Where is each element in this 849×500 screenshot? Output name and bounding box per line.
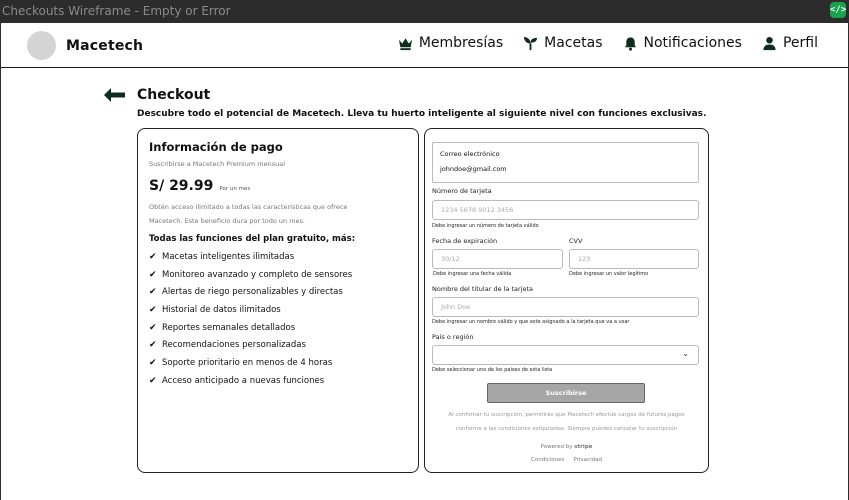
- consent-text: conforme a las condiciones estipuladas. …: [455, 426, 678, 432]
- list-item: ✔ Monitoreo avanzado y completo de sensor…: [149, 266, 407, 284]
- crown-icon: [398, 37, 412, 50]
- page-subtitle: Descubre todo el potencial de Macetech. …: [137, 109, 707, 119]
- top-header: Macetech Membresías Macetas Notificacion…: [1, 23, 848, 68]
- holder-name-input[interactable]: John Doe: [432, 297, 699, 317]
- logo-avatar[interactable]: [27, 31, 56, 60]
- card-number-label: Número de tarjeta: [432, 187, 492, 195]
- features-list: ✔ Macetas inteligentes ilimitadas ✔ Monito…: [149, 248, 407, 390]
- nav-item-membresias[interactable]: Membresías: [398, 35, 503, 51]
- powered-by-label: Powered by: [540, 444, 573, 450]
- plan-description: Obtén acceso ilimitado a todas las carac…: [149, 200, 407, 228]
- feature-label: Monitoreo avanzado y completo de sensore…: [162, 269, 353, 280]
- feature-label: Historial de datos ilimitados: [162, 304, 281, 315]
- cvv-label: CVV: [569, 237, 583, 245]
- main-nav: Membresías Macetas Notificaciones Perfil: [398, 35, 818, 51]
- feature-label: Soporte prioritario en menos de 4 horas: [162, 357, 333, 368]
- country-select[interactable]: ⌄: [432, 345, 699, 365]
- plan-description-line: Obtén acceso ilimitado a todas las carac…: [149, 203, 348, 211]
- payment-form-card: Correo electrónico johndoe@gmail.com Núm…: [424, 128, 709, 473]
- brand-name[interactable]: Macetech: [66, 38, 143, 54]
- chevron-down-icon: ⌄: [682, 349, 689, 358]
- check-icon: ✔: [149, 357, 157, 368]
- list-item: ✔ Macetas inteligentes ilimitadas: [149, 248, 407, 266]
- email-label: Correo electrónico: [440, 150, 500, 158]
- check-icon: ✔: [149, 269, 157, 280]
- check-icon: ✔: [149, 251, 157, 262]
- page-title: Checkout: [137, 87, 211, 103]
- feature-label: Recomendaciones personalizadas: [162, 340, 306, 351]
- feature-label: Macetas inteligentes ilimitadas: [162, 251, 295, 262]
- list-item: ✔ Reportes semanales detallados: [149, 319, 407, 337]
- back-arrow-icon[interactable]: [102, 87, 126, 103]
- window-title: Checkouts Wireframe - Empty or Error: [2, 4, 231, 18]
- cvv-input[interactable]: 123: [569, 249, 699, 269]
- check-icon: ✔: [149, 287, 157, 298]
- nav-item-notificaciones[interactable]: Notificaciones: [623, 35, 742, 51]
- price-row: S/ 29.99 Por un mes: [149, 178, 407, 194]
- feature-label: Reportes semanales detallados: [162, 322, 296, 333]
- cvv-error: Debe ingresar un valor legítimo: [569, 271, 649, 277]
- plan-description-line: Macetech. Este beneficio dura por todo u…: [149, 217, 305, 225]
- list-item: ✔ Acceso anticipado a nuevas funciones: [149, 372, 407, 390]
- payment-info-title: Información de pago: [149, 140, 283, 154]
- sprout-icon: [524, 36, 538, 50]
- feature-label: Acceso anticipado a nuevas funciones: [162, 375, 325, 386]
- check-icon: ✔: [149, 322, 157, 333]
- features-title: Todas las funciones del plan gratuito, m…: [149, 234, 356, 244]
- payment-info-card: Información de pago Suscribirse a Macete…: [137, 128, 419, 473]
- nav-label: Macetas: [544, 35, 603, 51]
- list-item: ✔ Alertas de riego personalizables y dire…: [149, 283, 407, 301]
- expiry-label: Fecha de expiración: [432, 237, 498, 245]
- list-item: ✔ Soporte prioritario en menos de 4 horas: [149, 354, 407, 372]
- expiry-input[interactable]: 30/12: [432, 249, 563, 269]
- price-period: Por un mes: [219, 186, 251, 192]
- terms-link[interactable]: Condiciones: [531, 457, 564, 463]
- code-icon[interactable]: </>: [830, 2, 846, 18]
- nav-item-macetas[interactable]: Macetas: [523, 35, 603, 51]
- country-error: Debe seleccionar uno de los paises de es…: [432, 367, 553, 373]
- card-number-error: Debe ingresar un número de tarjeta válid…: [432, 223, 539, 229]
- plan-price: S/ 29.99: [149, 178, 214, 194]
- privacy-link[interactable]: Privacidad: [573, 457, 602, 463]
- email-field[interactable]: Correo electrónico johndoe@gmail.com: [432, 142, 699, 183]
- user-icon: [763, 36, 776, 50]
- country-label: País o región: [432, 333, 474, 341]
- nav-label: Perfil: [782, 35, 818, 51]
- consent-text: Al confirmar tu suscripción, permitirás …: [448, 412, 685, 418]
- powered-by-stripe: Powered by stripe: [425, 444, 708, 450]
- expiry-error: Debe ingresar una fecha válida: [433, 271, 512, 277]
- plan-subtitle: Suscribirse a Macetech Premium mensual: [149, 160, 285, 168]
- check-icon: ✔: [149, 375, 157, 386]
- list-item: ✔ Recomendaciones personalizadas: [149, 336, 407, 354]
- card-number-input[interactable]: 1234 5678 9012 3456: [432, 200, 699, 220]
- bell-icon: [624, 36, 636, 51]
- nav-label: Membresías: [418, 35, 504, 51]
- check-icon: ✔: [149, 304, 157, 315]
- stripe-logo: stripe: [574, 444, 593, 450]
- holder-name-label: Nombre del titular de la tarjeta: [432, 285, 534, 293]
- list-item: ✔ Historial de datos ilimitados: [149, 301, 407, 319]
- feature-label: Alertas de riego personalizables y direc…: [162, 287, 343, 298]
- nav-label: Notificaciones: [643, 35, 742, 51]
- app-frame: Macetech Membresías Macetas Notificacion…: [0, 23, 849, 500]
- subscribe-button[interactable]: Suscribirse: [487, 383, 645, 403]
- email-value: johndoe@gmail.com: [440, 165, 507, 173]
- footer-links: Condiciones Privacidad: [425, 457, 708, 463]
- nav-item-perfil[interactable]: Perfil: [762, 35, 818, 51]
- holder-name-error: Debe ingresar un nombre válido y que est…: [432, 319, 630, 325]
- window-titlebar: Checkouts Wireframe - Empty or Error </>: [0, 0, 849, 23]
- check-icon: ✔: [149, 340, 157, 351]
